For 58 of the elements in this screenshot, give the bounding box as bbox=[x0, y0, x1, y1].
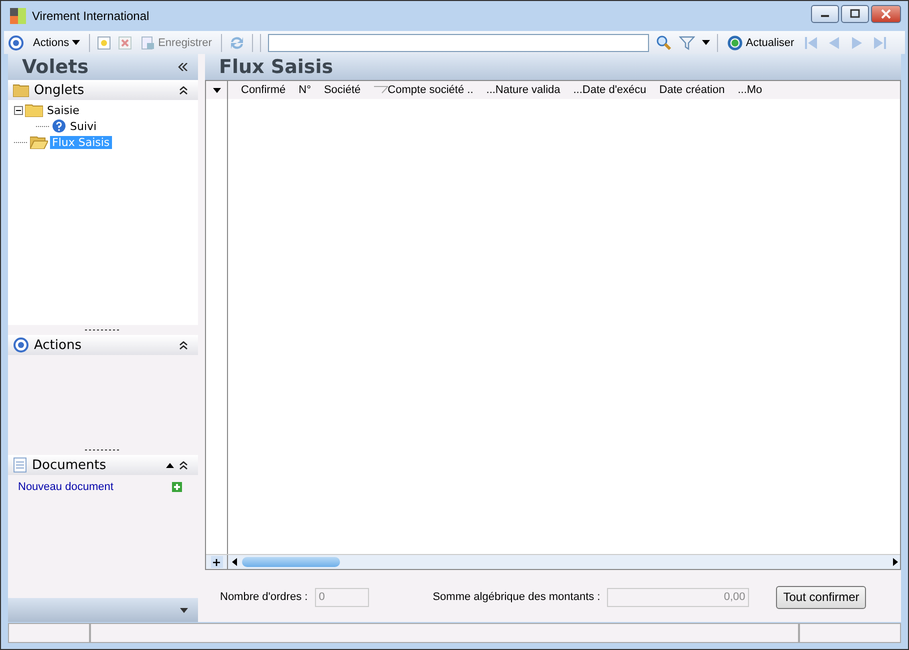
column-header[interactable]: ...Mo bbox=[724, 84, 762, 96]
panel-title: Documents bbox=[32, 458, 108, 472]
scrollbar-thumb[interactable] bbox=[242, 557, 340, 567]
collapse-icon[interactable] bbox=[178, 63, 188, 71]
refresh-icon bbox=[726, 34, 743, 50]
caret-up-icon[interactable] bbox=[166, 462, 174, 468]
grid-title: Flux Saisis bbox=[219, 56, 334, 78]
search-icon[interactable] bbox=[656, 34, 672, 50]
open-folder-icon bbox=[30, 136, 48, 148]
column-header[interactable]: Société bbox=[310, 84, 361, 96]
panel-header[interactable]: Documents bbox=[8, 455, 198, 475]
column-chooser-icon[interactable] bbox=[212, 88, 220, 92]
add-row-button[interactable] bbox=[210, 556, 222, 568]
target-icon bbox=[8, 34, 24, 50]
scroll-left-icon[interactable] bbox=[230, 557, 240, 567]
maximize-button[interactable] bbox=[841, 5, 869, 23]
panel-title: Onglets bbox=[34, 82, 86, 98]
window-title: Virement International bbox=[32, 9, 150, 23]
collapse-panel-icon[interactable] bbox=[179, 340, 188, 350]
close-icon bbox=[881, 9, 891, 19]
column-header[interactable]: ...Nature valida bbox=[473, 84, 560, 96]
caret-down-icon[interactable] bbox=[180, 608, 188, 612]
minimize-button[interactable] bbox=[811, 5, 839, 23]
field-label: Nombre d'ordres : bbox=[220, 591, 308, 603]
column-header[interactable]: Compte société .. bbox=[360, 84, 474, 96]
tree-item[interactable]: Saisie bbox=[45, 104, 82, 116]
column-header[interactable]: Confirmé bbox=[228, 84, 286, 96]
panel-header[interactable]: Actions bbox=[8, 335, 198, 355]
column-header[interactable]: ...Date d'exécu bbox=[560, 84, 646, 96]
filter-icon[interactable] bbox=[678, 34, 695, 50]
tree-item[interactable]: Suivi bbox=[68, 120, 99, 132]
add-icon[interactable] bbox=[172, 482, 182, 492]
caret-icon bbox=[72, 40, 80, 45]
new-document-link[interactable]: Nouveau document bbox=[18, 481, 114, 493]
collapse-panel-icon[interactable] bbox=[179, 86, 188, 94]
confirm-all-button[interactable]: Tout confirmer bbox=[776, 586, 866, 608]
folder-icon bbox=[13, 83, 29, 97]
column-header[interactable]: Date création bbox=[646, 84, 725, 96]
dropdown-caret-icon[interactable] bbox=[702, 40, 710, 45]
panel-header[interactable]: Onglets bbox=[8, 80, 198, 100]
scroll-right-icon[interactable] bbox=[890, 557, 900, 567]
refresh-button[interactable]: Actualiser bbox=[724, 34, 796, 50]
close-button[interactable] bbox=[871, 5, 901, 23]
target-icon bbox=[13, 337, 29, 353]
column-header[interactable]: N° bbox=[286, 84, 311, 96]
panel-title: Actions bbox=[34, 338, 82, 352]
search-field[interactable] bbox=[268, 34, 649, 52]
folder-icon bbox=[25, 104, 43, 116]
app-icon bbox=[10, 8, 26, 24]
document-icon bbox=[13, 457, 27, 473]
save-icon bbox=[141, 36, 156, 50]
collapse-node-icon[interactable] bbox=[14, 106, 23, 114]
sidebar-title: Volets bbox=[22, 56, 89, 78]
collapse-panel-icon[interactable] bbox=[179, 460, 188, 470]
actions-menu[interactable]: Actions bbox=[31, 36, 82, 48]
field-label: Somme algébrique des montants : bbox=[432, 591, 600, 603]
maximize-icon bbox=[850, 9, 860, 19]
help-icon bbox=[52, 119, 66, 133]
